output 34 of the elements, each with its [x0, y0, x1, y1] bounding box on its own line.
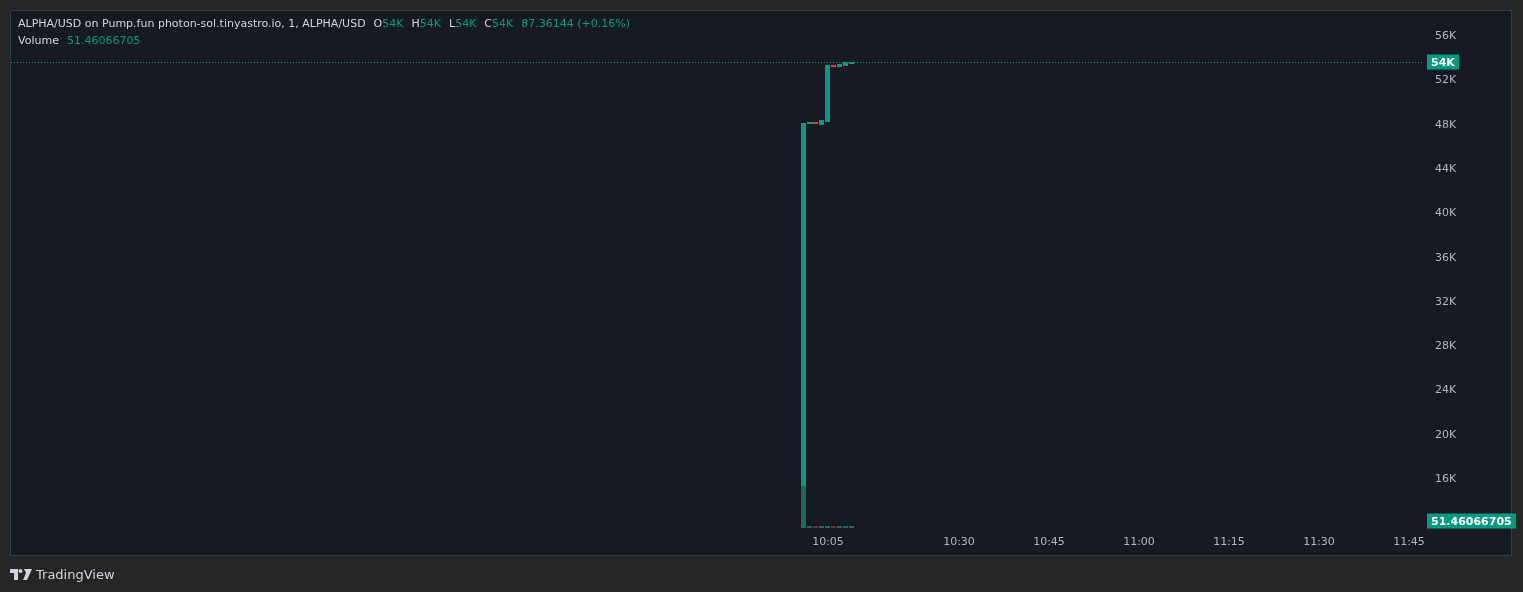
ohlc-label: C — [484, 17, 493, 30]
ohlc-value: 54K — [492, 17, 514, 30]
price-tick: 56K — [1435, 28, 1457, 42]
price-tick: 32K — [1435, 294, 1457, 308]
ohlc-label: O — [373, 17, 383, 30]
price-tick: 48K — [1435, 117, 1457, 131]
time-tick: 10:30 — [943, 535, 975, 548]
ohlc-value: 54K — [455, 17, 477, 30]
ohlc-value: 54K — [419, 17, 441, 30]
last-price-label: 54K — [1427, 54, 1459, 70]
time-tick: 11:15 — [1213, 535, 1245, 548]
volume-label: Volume — [18, 34, 59, 47]
ohlc-label: L — [449, 17, 456, 30]
time-tick: 10:45 — [1033, 535, 1065, 548]
last-volume-label: 51.46066705 — [1427, 513, 1516, 529]
time-tick: 10:05 — [812, 535, 844, 548]
symbol-title: ALPHA/USD on Pump.fun photon-sol.tinyastro.io, 1, ALPHA/USD — [18, 17, 366, 30]
time-tick: 11:45 — [1393, 535, 1425, 548]
price-tick: 16K — [1435, 471, 1457, 485]
time-tick: 11:00 — [1123, 535, 1155, 548]
ohlc-label: H — [411, 17, 420, 30]
price-tick: 40K — [1435, 205, 1457, 219]
price-tick: 20K — [1435, 427, 1457, 441]
time-tick: 11:30 — [1303, 535, 1335, 548]
price-tick: 36K — [1435, 250, 1457, 263]
ohlc-value: 54K — [382, 17, 404, 30]
price-tick: 28K — [1435, 338, 1457, 352]
volume-value: 51.46066705 — [66, 34, 141, 47]
price-tick: 24K — [1435, 382, 1457, 396]
price-tick: 44K — [1435, 161, 1457, 175]
logo-icon — [10, 569, 32, 580]
price-tick: 52K — [1435, 72, 1457, 86]
brand-name: TradingView — [36, 567, 115, 582]
price-change: 87.36144 (+0.16%) — [521, 17, 630, 30]
